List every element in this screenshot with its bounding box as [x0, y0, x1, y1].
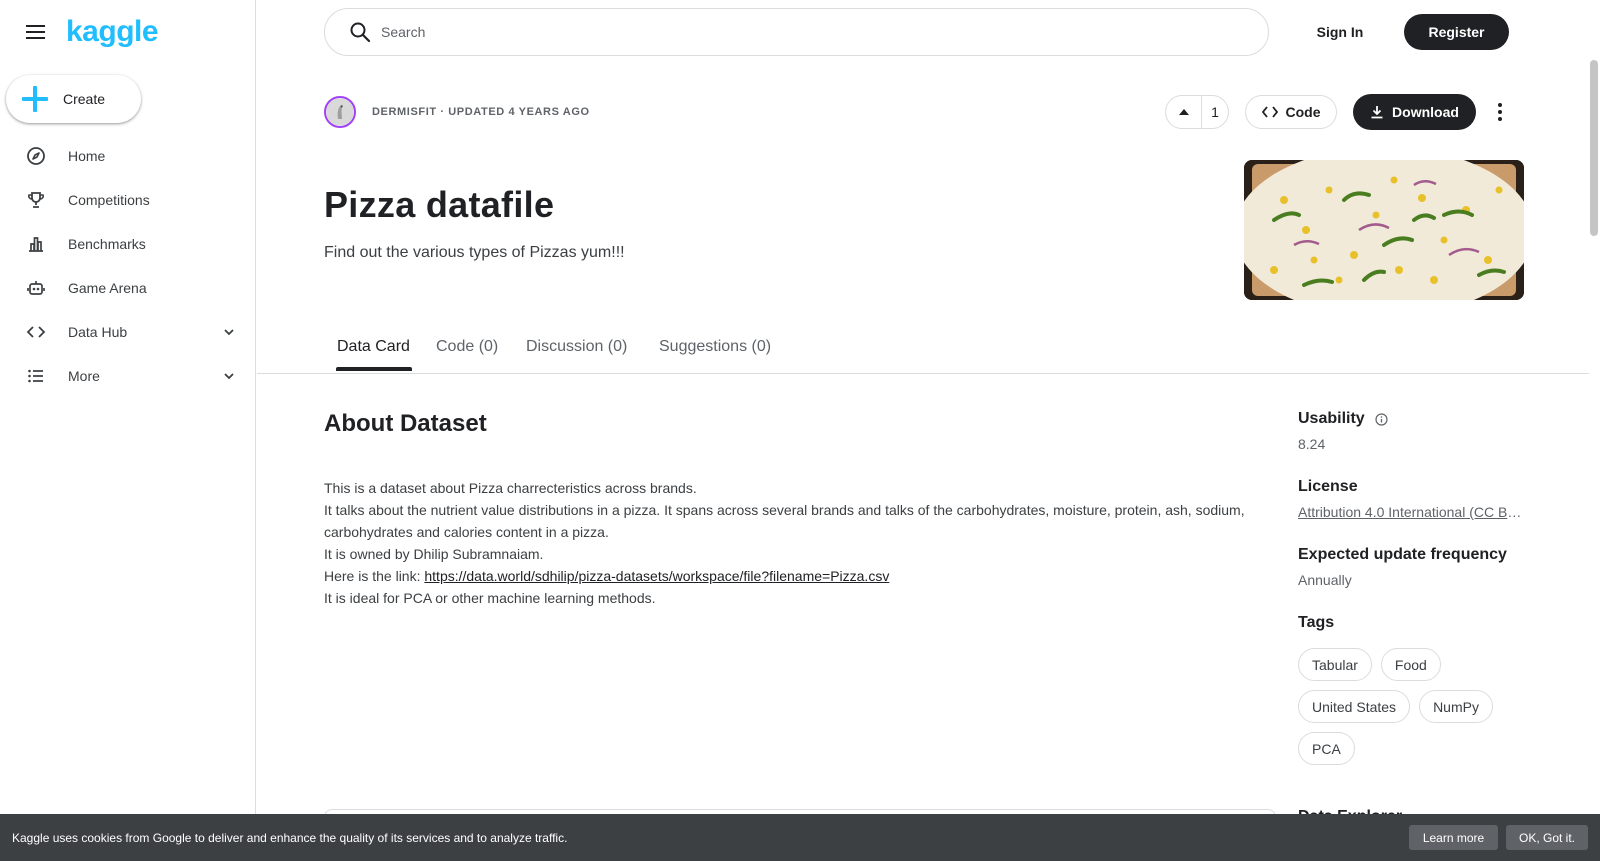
sidebar-item-label: Game Arena [68, 280, 147, 296]
sidebar-item-competitions[interactable]: Competitions [0, 178, 256, 222]
source-link[interactable]: https://data.world/sdhilip/pizza-dataset… [424, 568, 889, 584]
tab-code[interactable]: Code (0) [436, 338, 498, 374]
sidebar-nav: Home Competitions Benchmarks Game Arena … [0, 134, 256, 398]
create-label: Create [63, 91, 106, 107]
cookie-text: Kaggle uses cookies from Google to deliv… [12, 830, 568, 845]
page-title: Pizza datafile [324, 184, 555, 225]
tags-label: Tags [1298, 614, 1335, 631]
robot-icon [25, 277, 47, 299]
sidebar-item-label: Competitions [68, 192, 150, 208]
description-link-line: Here is the link: https://data.world/sdh… [324, 565, 1264, 587]
tab-suggestions[interactable]: Suggestions (0) [659, 338, 771, 374]
tag-list: Tabular Food United States NumPy PCA [1298, 648, 1526, 765]
chevron-down-icon[interactable] [222, 325, 236, 339]
download-icon [1371, 106, 1383, 119]
dataset-meta: Usability 8.24 License Attribution 4.0 I… [1298, 410, 1526, 765]
more-options-icon[interactable] [1488, 97, 1512, 127]
sidebar-item-game-arena[interactable]: Game Arena [0, 266, 256, 310]
owner-row: DERMISFIT · UPDATED 4 YEARS AGO [324, 96, 590, 128]
plus-icon [22, 86, 48, 112]
usability-value: 8.24 [1298, 436, 1326, 452]
description-line: This is a dataset about Pizza charrecter… [324, 480, 697, 496]
link-prefix: Here is the link: [324, 568, 425, 584]
tag-chip[interactable]: PCA [1298, 732, 1355, 765]
usability-label: Usability [1298, 410, 1365, 427]
sidebar-item-label: Benchmarks [68, 236, 146, 252]
sidebar-item-home[interactable]: Home [0, 134, 256, 178]
description-line: It is owned by Dhilip Subramnaiam. [324, 546, 544, 562]
active-tab-indicator [336, 367, 412, 371]
code-button[interactable]: Code [1245, 95, 1337, 129]
upvote-arrow-icon[interactable] [1166, 96, 1202, 128]
download-button[interactable]: Download [1353, 94, 1476, 130]
ok-got-it-button[interactable]: OK, Got it. [1506, 825, 1588, 850]
sidebar-item-label: Data Hub [68, 324, 128, 340]
create-button[interactable]: Create [6, 75, 141, 123]
search-bar [324, 8, 1269, 56]
register-button[interactable]: Register [1404, 14, 1509, 50]
tab-discussion[interactable]: Discussion (0) [526, 338, 627, 374]
sidebar-item-label: More [68, 368, 100, 384]
kaggle-logo[interactable]: kaggle [66, 14, 159, 50]
search-icon [350, 22, 371, 43]
dataset-cover-image [1244, 160, 1524, 300]
cookie-banner: Kaggle uses cookies from Google to deliv… [0, 814, 1600, 861]
frequency-label: Expected update frequency [1298, 546, 1507, 563]
bar-chart-icon [25, 233, 47, 255]
sign-in-button[interactable]: Sign In [1300, 15, 1380, 49]
page-scrollbar[interactable] [1590, 60, 1598, 236]
tag-chip[interactable]: Tabular [1298, 648, 1372, 681]
sidebar-item-label: Home [68, 148, 106, 164]
frequency-value: Annually [1298, 572, 1352, 588]
description-line: It talks about the nutrient value distri… [324, 502, 1245, 540]
info-icon[interactable] [1375, 412, 1388, 426]
tag-chip[interactable]: United States [1298, 690, 1411, 723]
brand: kaggle [22, 14, 159, 50]
avatar[interactable] [324, 96, 356, 128]
sidebar-item-benchmarks[interactable]: Benchmarks [0, 222, 256, 266]
license-link[interactable]: Attribution 4.0 International (CC BY 4.0… [1298, 504, 1526, 520]
list-icon [25, 365, 47, 387]
tag-chip[interactable]: Food [1380, 648, 1441, 681]
tag-chip[interactable]: NumPy [1419, 690, 1493, 723]
upvote-button[interactable]: 1 [1165, 95, 1229, 129]
sidebar-item-more[interactable]: More [0, 354, 256, 398]
page-subtitle: Find out the various types of Pizzas yum… [324, 244, 625, 261]
owner-meta: DERMISFIT · UPDATED 4 YEARS AGO [372, 106, 590, 118]
download-button-label: Download [1392, 104, 1459, 120]
about-title: About Dataset [324, 410, 487, 437]
sidebar-item-data-hub[interactable]: Data Hub [0, 310, 256, 354]
code-icon [25, 321, 47, 343]
learn-more-button[interactable]: Learn more [1409, 825, 1498, 850]
compass-icon [25, 145, 47, 167]
description-line: It is ideal for PCA or other machine lea… [324, 590, 656, 606]
trophy-icon [25, 189, 47, 211]
license-label: License [1298, 478, 1358, 495]
sidebar: kaggle Create Home Competitions Benchmar… [0, 0, 256, 861]
vote-count: 1 [1211, 104, 1219, 120]
code-icon [1261, 106, 1278, 118]
usability-heading: Usability [1298, 410, 1526, 428]
search-input[interactable] [381, 24, 1241, 40]
dataset-description: This is a dataset about Pizza charrecter… [324, 477, 1264, 609]
code-button-label: Code [1285, 104, 1321, 120]
chevron-down-icon[interactable] [222, 369, 236, 383]
tab-bar: Data Card Code (0) Discussion (0) Sugges… [257, 330, 1589, 374]
menu-icon[interactable] [22, 18, 50, 46]
